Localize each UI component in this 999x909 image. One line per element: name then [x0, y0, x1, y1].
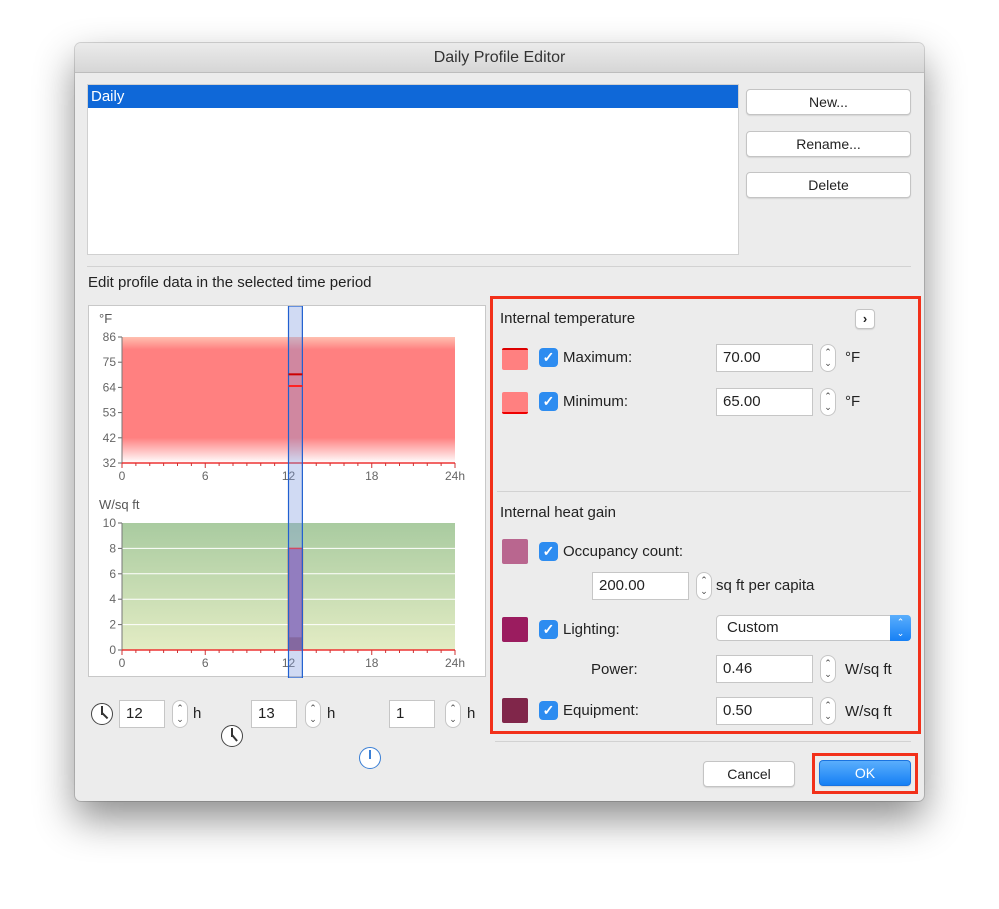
- end-hour-stepper[interactable]: ⌃ ⌄: [305, 700, 321, 728]
- divider: [495, 741, 911, 742]
- heat-gain-y-tick-label: 0: [109, 643, 116, 657]
- heat-gain-x-tick-label: 24h: [445, 656, 465, 670]
- occupancy-unit: sq ft per capita: [716, 577, 815, 594]
- divider: [87, 266, 911, 267]
- heat-gain-y-tick-label: 2: [109, 618, 116, 632]
- heat-gain-x-tick-label: 6: [202, 656, 209, 670]
- heat-gain-y-tick-label: 6: [109, 567, 116, 581]
- duration-input[interactable]: 1: [389, 700, 435, 728]
- occupancy-stepper[interactable]: ⌃ ⌄: [696, 572, 712, 600]
- temperature-x-tick-label: 0: [119, 469, 126, 483]
- maximum-stepper[interactable]: ⌃ ⌄: [820, 344, 836, 372]
- end-hour-unit: h: [327, 705, 336, 722]
- equipment-label: Equipment:: [563, 702, 639, 719]
- equipment-color-swatch[interactable]: [502, 698, 528, 723]
- duration-stepper[interactable]: ⌃ ⌄: [445, 700, 461, 728]
- lighting-checkbox[interactable]: ✓: [539, 620, 558, 639]
- duration-clock-icon: [359, 747, 381, 769]
- equipment-stepper[interactable]: ⌃ ⌄: [820, 697, 836, 725]
- equipment-checkbox[interactable]: ✓: [539, 701, 558, 720]
- minimum-stepper[interactable]: ⌃ ⌄: [820, 388, 836, 416]
- start-clock-icon: [91, 703, 113, 725]
- maximum-checkbox[interactable]: ✓: [539, 348, 558, 367]
- temperature-y-tick-label: 42: [103, 431, 117, 445]
- internal-temperature-title: Internal temperature: [500, 310, 636, 327]
- profile-chart-svg[interactable]: °F86756453423206121824hW/sq ft1086420061…: [89, 305, 487, 679]
- maximum-color-swatch[interactable]: [502, 348, 528, 370]
- lighting-label: Lighting:: [563, 621, 620, 638]
- lighting-color-swatch[interactable]: [502, 617, 528, 642]
- heat-gain-x-tick-label: 18: [365, 656, 379, 670]
- chevron-right-icon: ›: [862, 311, 868, 326]
- cancel-button[interactable]: Cancel: [703, 761, 795, 787]
- power-label: Power:: [591, 661, 638, 678]
- equipment-input[interactable]: 0.50: [716, 697, 813, 725]
- start-hour-input[interactable]: 12: [119, 700, 165, 728]
- maximum-label: Maximum:: [563, 349, 633, 366]
- ok-highlight: OK: [812, 753, 918, 794]
- expand-button[interactable]: ›: [855, 309, 875, 329]
- end-hour-input[interactable]: 13: [251, 700, 297, 728]
- occupancy-label: Occupancy count:: [563, 543, 684, 560]
- start-hour-unit: h: [193, 705, 202, 722]
- temperature-x-tick-label: 18: [365, 469, 379, 483]
- power-input[interactable]: 0.46: [716, 655, 813, 683]
- profile-list[interactable]: Daily: [87, 84, 739, 255]
- profile-graph[interactable]: °F86756453423206121824hW/sq ft1086420061…: [88, 305, 487, 679]
- start-hour-stepper[interactable]: ⌃ ⌄: [172, 700, 188, 728]
- heat-gain-y-tick-label: 8: [109, 541, 116, 555]
- lighting-select[interactable]: Custom ⌃ ⌄: [716, 615, 911, 641]
- minimum-label: Minimum:: [563, 393, 629, 410]
- heat-gain-x-tick-label: 0: [119, 656, 126, 670]
- properties-panel: Internal temperature › ✓ Maximum: 70.00 …: [490, 296, 921, 734]
- duration-unit: h: [467, 705, 476, 722]
- maximum-unit: °F: [845, 349, 861, 366]
- heat-gain-unit-label: W/sq ft: [99, 497, 140, 512]
- maximum-input[interactable]: 70.00: [716, 344, 813, 372]
- occupancy-checkbox[interactable]: ✓: [539, 542, 558, 561]
- minimum-input[interactable]: 65.00: [716, 388, 813, 416]
- equipment-unit: W/sq ft: [845, 703, 892, 720]
- minimum-color-swatch[interactable]: [502, 392, 528, 414]
- end-clock-icon: [221, 725, 243, 747]
- temperature-unit-label: °F: [99, 311, 112, 326]
- occupancy-input[interactable]: 200.00: [592, 572, 689, 600]
- occupancy-color-swatch[interactable]: [502, 539, 528, 564]
- delete-button[interactable]: Delete: [746, 172, 911, 198]
- time-controls: 12 ⌃ ⌄ h 13 ⌃ ⌄ h 1 ⌃ ⌄ h: [91, 700, 491, 769]
- updown-chevron-icon: ⌃ ⌄: [890, 615, 911, 641]
- ok-button[interactable]: OK: [819, 760, 911, 786]
- lighting-select-value: Custom: [727, 619, 779, 636]
- daily-profile-editor-window: Daily Profile Editor Daily New... Rename…: [75, 43, 924, 801]
- temperature-y-tick-label: 53: [103, 406, 117, 420]
- power-stepper[interactable]: ⌃ ⌄: [820, 655, 836, 683]
- selected-time-band: [287, 305, 303, 679]
- temperature-x-tick-label: 6: [202, 469, 209, 483]
- profile-list-item[interactable]: Daily: [88, 85, 738, 108]
- temperature-y-tick-label: 64: [103, 380, 117, 394]
- window-title: Daily Profile Editor: [75, 43, 924, 73]
- internal-heat-gain-title: Internal heat gain: [500, 504, 616, 521]
- minimum-checkbox[interactable]: ✓: [539, 392, 558, 411]
- temperature-y-tick-label: 32: [103, 456, 117, 470]
- power-unit: W/sq ft: [845, 661, 892, 678]
- heat-gain-y-tick-label: 4: [109, 592, 116, 606]
- temperature-y-tick-label: 86: [103, 330, 117, 344]
- heat-gain-y-tick-label: 10: [103, 516, 117, 530]
- new-button[interactable]: New...: [746, 89, 911, 115]
- minimum-unit: °F: [845, 393, 861, 410]
- divider: [497, 491, 911, 492]
- section-label: Edit profile data in the selected time p…: [88, 274, 372, 291]
- temperature-x-tick-label: 24h: [445, 469, 465, 483]
- temperature-y-tick-label: 75: [103, 355, 117, 369]
- rename-button[interactable]: Rename...: [746, 131, 911, 157]
